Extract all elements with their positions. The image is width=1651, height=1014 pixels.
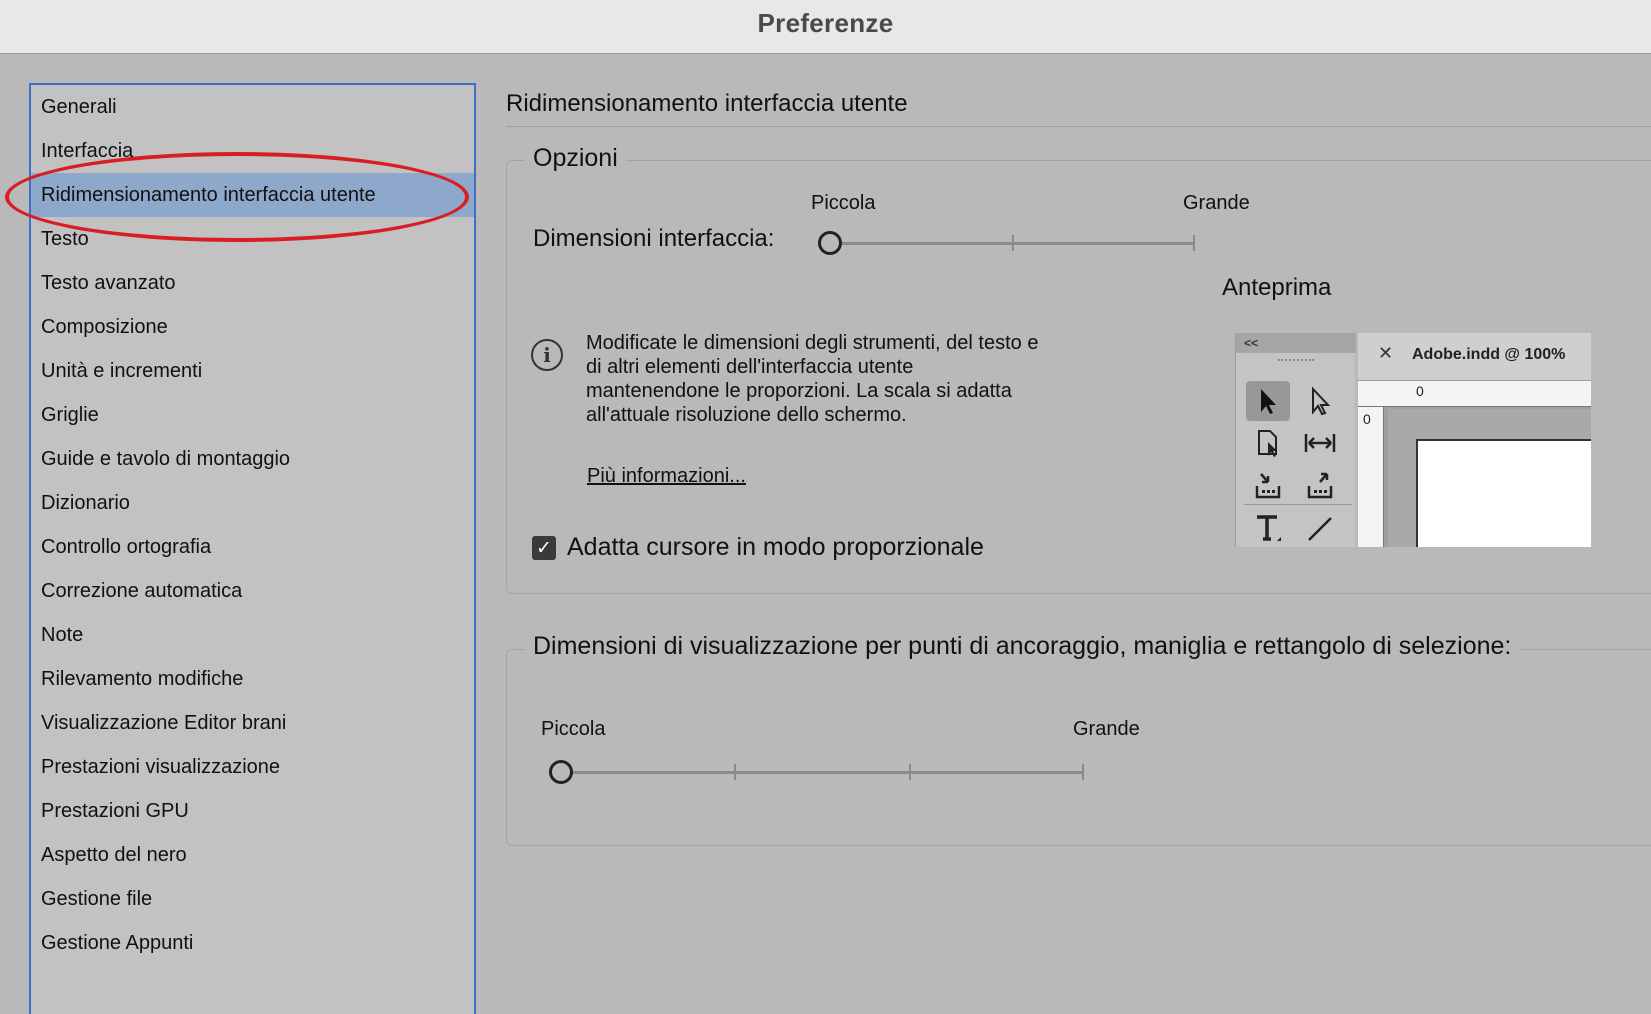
preferences-sidebar: Generali Interfaccia Ridimensionamento i…	[29, 83, 476, 1014]
sidebar-item-composizione[interactable]: Composizione	[31, 305, 474, 349]
preview-document-name: Adobe.indd @ 100%	[1412, 346, 1566, 363]
title-bar: Preferenze	[0, 0, 1651, 54]
sidebar-item-rilevamento-modifiche[interactable]: Rilevamento modifiche	[31, 657, 474, 701]
preview-vertical-ruler: 0	[1358, 407, 1384, 547]
sidebar-item-testo-avanzato[interactable]: Testo avanzato	[31, 261, 474, 305]
sidebar-item-generali[interactable]: Generali	[31, 85, 474, 129]
sidebar-item-note[interactable]: Note	[31, 613, 474, 657]
section-title: Ridimensionamento interfaccia utente	[506, 90, 908, 117]
sidebar-item-testo[interactable]: Testo	[31, 217, 474, 261]
interface-size-max-label: Grande	[1183, 192, 1250, 214]
line-tool-icon	[1298, 509, 1342, 547]
anchor-size-max-label: Grande	[1073, 718, 1140, 740]
preview-panel-collapse-icon: <<	[1236, 333, 1356, 353]
sidebar-item-aspetto-nero[interactable]: Aspetto del nero	[31, 833, 474, 877]
preview-title: Anteprima	[1222, 274, 1332, 301]
sidebar-item-unita-incrementi[interactable]: Unità e incrementi	[31, 349, 474, 393]
section-divider	[506, 126, 1651, 127]
preview-horizontal-ruler: 0	[1358, 381, 1591, 407]
ui-scale-preview: << ✕ Adobe.indd @ 100% 0 0	[1235, 333, 1591, 547]
anchor-size-group	[506, 649, 1651, 846]
preview-document-tab: ✕ Adobe.indd @ 100%	[1358, 333, 1591, 381]
sidebar-item-gestione-appunti[interactable]: Gestione Appunti	[31, 921, 474, 965]
preview-document-area: ✕ Adobe.indd @ 100% 0 0	[1358, 333, 1591, 547]
anchor-size-slider-tick	[909, 764, 911, 780]
sidebar-item-controllo-ortografia[interactable]: Controllo ortografia	[31, 525, 474, 569]
anchor-size-slider-track[interactable]	[572, 771, 1084, 774]
gap-tool-icon	[1298, 423, 1342, 463]
preview-panel-grip	[1278, 359, 1314, 365]
sidebar-item-interfaccia[interactable]: Interfaccia	[31, 129, 474, 173]
anchor-size-min-label: Piccola	[541, 718, 606, 740]
page-tool-icon	[1246, 423, 1290, 463]
direct-selection-tool-icon	[1298, 381, 1342, 421]
sidebar-item-dizionario[interactable]: Dizionario	[31, 481, 474, 525]
anchor-size-slider-tick	[1082, 764, 1084, 780]
sidebar-item-editor-brani[interactable]: Visualizzazione Editor brani	[31, 701, 474, 745]
sidebar-item-prestazioni-visualizzazione[interactable]: Prestazioni visualizzazione	[31, 745, 474, 789]
window-title: Preferenze	[757, 8, 894, 38]
anchor-size-slider-tick	[734, 764, 736, 780]
sidebar-item-griglie[interactable]: Griglie	[31, 393, 474, 437]
ruler-h-zero: 0	[1416, 383, 1424, 399]
interface-size-slider-knob[interactable]	[818, 231, 842, 255]
sidebar-item-correzione-automatica[interactable]: Correzione automatica	[31, 569, 474, 613]
anchor-size-slider-knob[interactable]	[549, 760, 573, 784]
interface-size-min-label: Piccola	[811, 192, 876, 214]
info-icon: i	[531, 339, 563, 371]
scale-cursor-checkbox[interactable]: ✓	[532, 536, 556, 560]
content-collector-icon	[1246, 465, 1290, 505]
sidebar-item-gestione-file[interactable]: Gestione file	[31, 877, 474, 921]
content-placer-icon	[1298, 465, 1342, 505]
preview-tools-panel: <<	[1235, 333, 1356, 547]
ruler-v-zero: 0	[1363, 411, 1371, 427]
info-text: Modificate le dimensioni degli strumenti…	[586, 332, 1039, 426]
options-legend: Opzioni	[525, 144, 626, 173]
anchor-size-legend: Dimensioni di visualizzazione per punti …	[525, 632, 1520, 661]
preview-page	[1416, 439, 1591, 547]
type-tool-icon	[1246, 509, 1290, 547]
more-info-link[interactable]: Più informazioni...	[587, 465, 746, 488]
sidebar-item-prestazioni-gpu[interactable]: Prestazioni GPU	[31, 789, 474, 833]
preview-tools-separator	[1244, 504, 1352, 505]
sidebar-item-guide[interactable]: Guide e tavolo di montaggio	[31, 437, 474, 481]
interface-size-slider-tick	[1012, 235, 1014, 251]
sidebar-item-ridimensionamento[interactable]: Ridimensionamento interfaccia utente	[31, 173, 474, 217]
interface-size-label: Dimensioni interfaccia:	[533, 225, 775, 252]
scale-cursor-label[interactable]: Adatta cursore in modo proporzionale	[567, 533, 984, 562]
selection-tool-icon	[1246, 381, 1290, 421]
close-icon: ✕	[1378, 343, 1394, 363]
interface-size-slider-tick	[1193, 235, 1195, 251]
